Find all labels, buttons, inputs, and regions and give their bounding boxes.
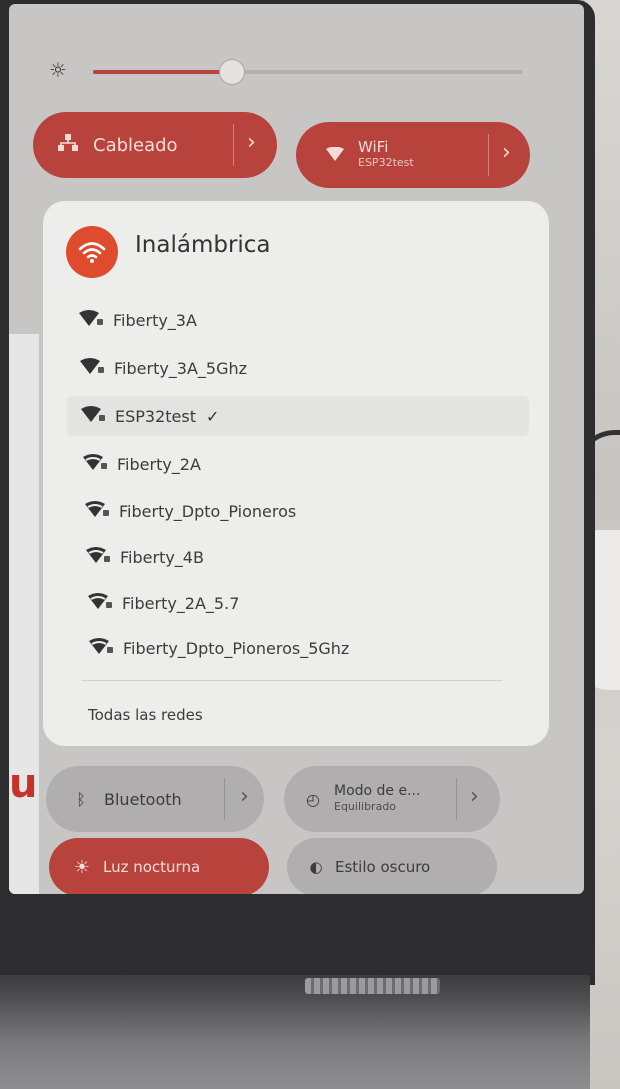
lock-icon bbox=[103, 510, 109, 516]
brightness-icon: ☼ bbox=[49, 58, 67, 82]
wifi-toggle-divider bbox=[488, 134, 489, 176]
night-light-icon: ☀ bbox=[73, 856, 91, 878]
network-item[interactable]: Fiberty_Dpto_Pioneros bbox=[85, 491, 505, 531]
network-item[interactable]: Fiberty_4B bbox=[86, 537, 506, 577]
network-name: Fiberty_Dpto_Pioneros bbox=[119, 501, 297, 521]
wifi-signal-icon bbox=[86, 547, 114, 567]
wifi-toggle-label: WiFi bbox=[358, 138, 389, 156]
wifi-icon bbox=[320, 145, 350, 166]
brightness-slider-fill bbox=[93, 70, 231, 74]
lock-icon bbox=[98, 367, 104, 373]
lock-icon bbox=[106, 602, 112, 608]
background-window-glyph: u bbox=[9, 761, 38, 807]
chevron-right-icon[interactable]: › bbox=[502, 140, 511, 165]
wifi-signal-icon bbox=[80, 358, 108, 378]
laptop-base bbox=[0, 975, 590, 1089]
wifi-signal-icon bbox=[85, 501, 113, 521]
power-mode-subtitle: Equilibrado bbox=[334, 800, 397, 813]
laptop-hinge bbox=[305, 978, 440, 994]
checkmark-icon: ✓ bbox=[206, 406, 220, 426]
screen: u ☼ Cableado › WiFi ESP32test › Inalámbr… bbox=[9, 4, 584, 894]
power-mode-toggle[interactable]: ◴ Modo de e... Equilibrado › bbox=[284, 766, 500, 832]
wifi-toggle[interactable]: WiFi ESP32test › bbox=[296, 122, 530, 188]
lock-icon bbox=[107, 647, 113, 653]
network-item[interactable]: Fiberty_Dpto_Pioneros_5Ghz bbox=[89, 628, 509, 668]
wifi-signal-icon bbox=[83, 454, 111, 474]
bluetooth-toggle-label: Bluetooth bbox=[104, 789, 182, 809]
power-mode-icon: ◴ bbox=[306, 789, 320, 809]
wifi-signal-icon bbox=[89, 638, 117, 658]
bluetooth-toggle[interactable]: ᛒ Bluetooth › bbox=[46, 766, 264, 832]
dark-style-label: Estilo oscuro bbox=[335, 858, 431, 876]
chevron-right-icon[interactable]: › bbox=[240, 784, 249, 809]
lock-icon bbox=[99, 415, 105, 421]
brightness-slider-knob[interactable] bbox=[218, 59, 245, 85]
wireless-title: Inalámbrica bbox=[135, 232, 271, 258]
wifi-toggle-subtitle: ESP32test bbox=[358, 156, 414, 169]
wired-network-icon bbox=[53, 133, 83, 157]
lock-icon bbox=[97, 319, 103, 325]
night-light-label: Luz nocturna bbox=[103, 858, 201, 876]
power-mode-label: Modo de e... bbox=[334, 783, 421, 799]
bluetooth-toggle-divider bbox=[224, 778, 225, 820]
power-mode-divider bbox=[456, 778, 457, 820]
chevron-right-icon[interactable]: › bbox=[470, 784, 479, 809]
wired-toggle-divider bbox=[233, 124, 234, 166]
dark-style-toggle[interactable]: ◐ Estilo oscuro bbox=[287, 838, 497, 894]
bluetooth-icon: ᛒ bbox=[76, 789, 86, 809]
all-networks-link[interactable]: Todas las redes bbox=[88, 706, 203, 724]
network-item[interactable]: Fiberty_2A bbox=[83, 444, 503, 484]
network-item[interactable]: Fiberty_2A_5.7 bbox=[88, 583, 508, 623]
network-item[interactable]: Fiberty_3A bbox=[79, 300, 499, 340]
lock-icon bbox=[104, 556, 110, 562]
network-name: Fiberty_2A bbox=[117, 454, 201, 474]
dark-style-icon: ◐ bbox=[309, 858, 323, 876]
wifi-signal-icon bbox=[79, 310, 107, 330]
menu-separator bbox=[81, 680, 503, 681]
wifi-signal-icon bbox=[88, 593, 116, 613]
network-name: ESP32test bbox=[115, 406, 196, 426]
night-light-toggle[interactable]: ☀ Luz nocturna bbox=[49, 838, 269, 894]
brightness-slider[interactable] bbox=[93, 59, 523, 85]
wifi-header-icon bbox=[66, 226, 118, 278]
network-name: Fiberty_4B bbox=[120, 547, 204, 567]
wired-toggle[interactable]: Cableado › bbox=[33, 112, 277, 178]
wired-toggle-label: Cableado bbox=[93, 134, 178, 156]
network-name: Fiberty_3A bbox=[113, 310, 197, 330]
chevron-right-icon[interactable]: › bbox=[247, 130, 256, 155]
network-name: Fiberty_2A_5.7 bbox=[122, 593, 240, 613]
network-item[interactable]: Fiberty_3A_5Ghz bbox=[80, 348, 500, 388]
lock-icon bbox=[101, 463, 107, 469]
network-name: Fiberty_3A_5Ghz bbox=[114, 358, 248, 378]
quick-settings-panel: ☼ Cableado › WiFi ESP32test › Inalámbric… bbox=[31, 4, 566, 894]
wifi-signal-icon bbox=[81, 406, 109, 426]
network-item[interactable]: ESP32test ✓ bbox=[67, 396, 529, 436]
network-name: Fiberty_Dpto_Pioneros_5Ghz bbox=[123, 638, 350, 658]
